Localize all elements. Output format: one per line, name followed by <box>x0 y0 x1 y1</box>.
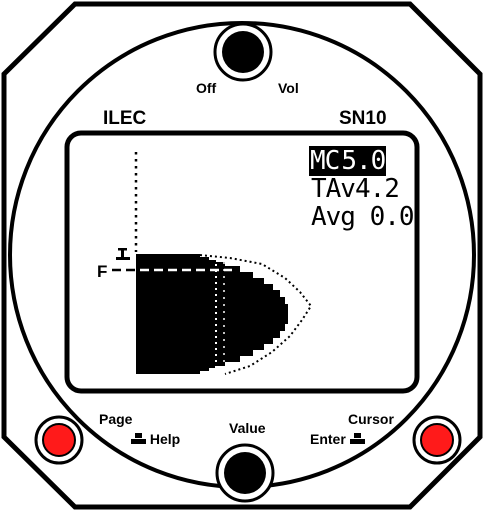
value-label: Value <box>229 420 266 436</box>
button-glyph-icon <box>349 433 365 445</box>
enter-label: Enter <box>310 431 346 447</box>
bottom-knob[interactable] <box>215 443 275 503</box>
knob-icon <box>224 452 266 494</box>
red-button-icon <box>42 423 76 457</box>
knob-icon <box>222 31 264 73</box>
avg-readout: Avg 0.0 <box>311 202 415 232</box>
button-glyph-icon <box>131 433 146 445</box>
red-button-icon <box>420 423 454 457</box>
model-label: SN10 <box>339 108 387 129</box>
enter-label-row: Enter <box>310 432 365 446</box>
avg-label: Avg <box>311 202 356 232</box>
mc-value: 5.0 <box>340 146 387 176</box>
vol-label: Vol <box>278 80 299 96</box>
tav-label: TAv <box>311 174 356 204</box>
mc-readout[interactable]: MC5.0 <box>309 146 387 176</box>
page-label: Page <box>99 411 133 427</box>
vario-panel: ILEC SN10 Off Vol Page Help Value Cursor… <box>0 0 485 511</box>
cursor-label: Cursor <box>348 411 394 427</box>
mc-label: MC <box>309 146 340 176</box>
right-red-button[interactable] <box>412 415 462 465</box>
brand-label: ILEC <box>103 108 147 129</box>
avg-value: 0.0 <box>369 202 415 232</box>
help-label-row: Help <box>131 432 180 446</box>
off-label: Off <box>196 80 217 96</box>
top-knob[interactable] <box>213 22 273 82</box>
tav-value: 4.2 <box>354 174 400 204</box>
tav-readout: TAv4.2 <box>311 174 400 204</box>
f-marker: F <box>97 262 108 281</box>
left-red-button[interactable] <box>34 415 84 465</box>
help-label: Help <box>149 431 181 447</box>
